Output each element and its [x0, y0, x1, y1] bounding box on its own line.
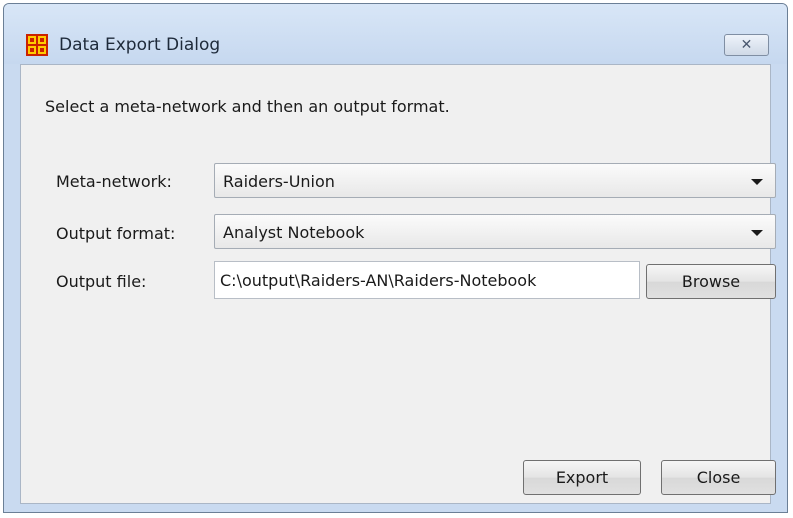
chevron-down-icon [751, 179, 763, 185]
dialog-content: Select a meta-network and then an output… [20, 64, 776, 504]
browse-button[interactable]: Browse [646, 264, 776, 299]
meta-network-label: Meta-network: [56, 172, 172, 191]
output-file-label: Output file: [56, 272, 147, 291]
window-close-button[interactable]: ✕ [724, 34, 769, 56]
output-format-dropdown[interactable]: Analyst Notebook [214, 214, 776, 249]
chevron-down-icon [751, 230, 763, 236]
meta-network-dropdown[interactable]: Raiders-Union [214, 163, 776, 198]
data-export-dialog: Data Export Dialog ✕ Select a meta-netwo… [3, 3, 788, 513]
export-button[interactable]: Export [523, 460, 641, 495]
instructions-text: Select a meta-network and then an output… [45, 97, 450, 116]
network-grid-icon [26, 34, 48, 56]
close-button[interactable]: Close [661, 460, 776, 495]
output-file-input[interactable] [214, 261, 640, 299]
output-format-label: Output format: [56, 224, 176, 243]
output-format-value: Analyst Notebook [223, 223, 365, 242]
meta-network-value: Raiders-Union [223, 172, 335, 191]
window-title: Data Export Dialog [59, 35, 221, 55]
close-icon: ✕ [740, 37, 753, 53]
title-bar[interactable]: Data Export Dialog ✕ [4, 4, 787, 64]
